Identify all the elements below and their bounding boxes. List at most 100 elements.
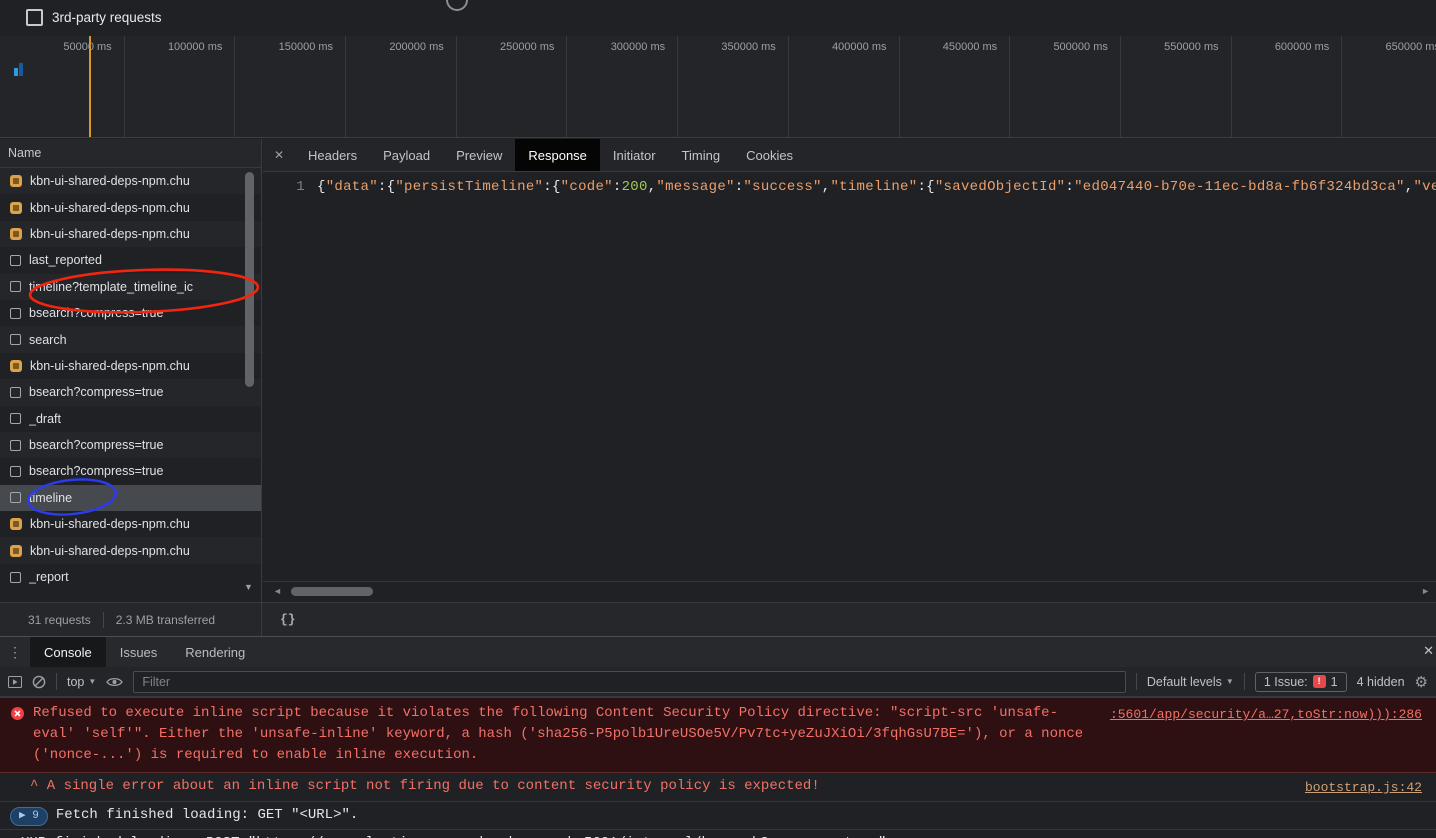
group-expand-badge[interactable]: ▶ 9 <box>10 807 48 826</box>
network-request-row[interactable]: _draft <box>0 406 261 432</box>
json-string-token: "persistTimeline" <box>395 179 544 195</box>
overview-time-label: 550000 ms <box>1121 36 1232 137</box>
network-status-bar: 31 requests 2.3 MB transferred {} <box>0 602 1436 636</box>
third-party-requests-checkbox-row[interactable]: 3rd-party requests <box>26 9 162 26</box>
vertical-scrollbar-thumb[interactable] <box>245 172 254 387</box>
console-source-link[interactable]: :5601/app/security/a…27,toStr:now))):286 <box>1110 703 1422 725</box>
json-string-token: "ed047440-b70e-11ec-bd8a-fb6f324bd3ca" <box>1074 179 1405 195</box>
network-request-row[interactable]: timeline?template_timeline_ic <box>0 273 261 300</box>
devtools-window: 3rd-party requests 50000 ms 100000 ms 1500… <box>0 0 1436 838</box>
network-request-row[interactable]: search <box>0 326 261 353</box>
request-name: kbn-ui-shared-deps-npm.chu <box>30 358 190 373</box>
network-request-row[interactable]: kbn-ui-shared-deps-npm.chu <box>0 168 261 195</box>
overview-time-label: 450000 ms <box>900 36 1011 137</box>
json-punct-token: { <box>317 179 326 195</box>
request-count: 31 requests <box>28 612 91 627</box>
console-message-text: Fetch finished loading: GET "<URL>". <box>55 807 359 823</box>
overview-time-label: 150000 ms <box>235 36 347 137</box>
close-drawer-icon[interactable]: ✕ <box>1423 643 1434 659</box>
network-request-row[interactable]: kbn-ui-shared-deps-npm.chu <box>0 353 261 379</box>
overview-time-label: 600000 ms <box>1232 36 1343 137</box>
console-message-text: Refused to execute inline script because… <box>33 705 1084 763</box>
document-file-icon <box>10 254 21 266</box>
request-name: kbn-ui-shared-deps-npm.chu <box>30 517 190 532</box>
request-name: _report <box>29 570 69 585</box>
scroll-left-arrow-icon[interactable]: ◄ <box>273 586 282 596</box>
console-message-text: ^ A single error about an inline script … <box>30 778 820 794</box>
console-source-link[interactable]: VM6:1 <box>1383 833 1422 838</box>
tab-timing[interactable]: Timing <box>669 139 734 171</box>
tab-preview[interactable]: Preview <box>443 139 515 171</box>
tab-payload[interactable]: Payload <box>370 139 443 171</box>
console-source-link[interactable]: bootstrap.js:42 <box>1305 776 1422 798</box>
console-sidebar-icon[interactable] <box>8 675 22 688</box>
document-file-icon <box>10 281 21 293</box>
drawer-menu-icon[interactable]: ⋮ <box>0 637 30 667</box>
json-string-token: "code" <box>560 179 613 195</box>
tab-response[interactable]: Response <box>515 139 600 171</box>
json-punct-token: :{ <box>917 179 935 195</box>
clear-console-icon[interactable] <box>32 675 46 689</box>
document-file-icon <box>10 571 21 583</box>
request-name: search <box>29 332 67 347</box>
overview-time-label: 50000 ms <box>14 36 125 137</box>
json-string-token: "success" <box>743 179 822 195</box>
network-request-row[interactable]: timeline <box>0 484 261 512</box>
console-message-log: ▶XHR finished loading: POST "https://soc… <box>0 830 1436 838</box>
network-filter-bar: 3rd-party requests <box>0 0 1436 36</box>
script-file-icon <box>10 201 22 214</box>
horizontal-scrollbar[interactable]: ◄ ► <box>263 581 1436 602</box>
request-name: kbn-ui-shared-deps-npm.chu <box>30 543 190 558</box>
console-filter-input[interactable] <box>133 670 1126 693</box>
script-file-icon <box>10 544 22 557</box>
scroll-right-arrow-icon[interactable]: ► <box>1421 586 1430 596</box>
default-levels-dropdown[interactable]: Default levels ▼ <box>1147 675 1234 689</box>
divider <box>102 611 104 628</box>
drawer-tab-rendering[interactable]: Rendering <box>171 637 259 667</box>
drawer-tab-console[interactable]: Console <box>30 637 106 667</box>
pretty-print-icon[interactable]: {} <box>262 612 296 627</box>
json-number-token: 200 <box>621 179 648 195</box>
script-file-icon <box>10 227 22 240</box>
json-punct-token: : <box>1065 179 1075 195</box>
network-request-row[interactable]: bsearch?compress=true <box>0 431 261 459</box>
network-overview-timeline[interactable]: 50000 ms 100000 ms 150000 ms 200000 ms 25000… <box>0 36 1436 138</box>
network-request-row[interactable]: bsearch?compress=true <box>0 379 261 406</box>
network-request-row[interactable]: last_reported <box>0 247 261 273</box>
request-detail-panel: ✕ Headers Payload Preview Response Initiator… <box>263 139 1436 602</box>
name-column-header[interactable]: Name <box>0 139 261 168</box>
overview-time-label: 650000 ms <box>1342 36 1436 137</box>
network-request-row[interactable]: bsearch?compress=true <box>0 300 261 326</box>
line-number: 1 <box>296 179 305 195</box>
close-detail-icon[interactable]: ✕ <box>263 139 295 171</box>
divider <box>56 673 57 690</box>
network-request-row[interactable]: bsearch?compress=true <box>0 458 261 484</box>
issues-counter-button[interactable]: 1 Issue: ! 1 <box>1254 671 1347 692</box>
checkbox-icon[interactable] <box>26 9 43 26</box>
scroll-down-arrow-icon[interactable]: ▼ <box>244 582 253 592</box>
overview-activity-icon <box>14 62 23 76</box>
network-request-row[interactable]: kbn-ui-shared-deps-npm.chu <box>0 537 261 564</box>
frame-selector[interactable]: top ▼ <box>67 675 96 689</box>
response-json-content: {"data":{"persistTimeline":{"code":200,"… <box>317 179 1436 195</box>
record-indicator-icon <box>446 0 468 11</box>
tab-headers[interactable]: Headers <box>295 139 370 171</box>
horizontal-scrollbar-thumb[interactable] <box>291 587 373 596</box>
console-settings-gear-icon[interactable]: ⚙ <box>1415 673 1428 691</box>
live-expression-eye-icon[interactable] <box>106 676 124 688</box>
overview-time-label: 350000 ms <box>678 36 789 137</box>
drawer-tab-issues[interactable]: Issues <box>106 637 172 667</box>
document-file-icon <box>10 492 21 504</box>
tab-cookies[interactable]: Cookies <box>733 139 806 171</box>
document-file-icon <box>10 413 21 425</box>
request-name: bsearch?compress=true <box>29 438 164 453</box>
network-request-row[interactable]: kbn-ui-shared-deps-npm.chu <box>0 511 261 537</box>
network-request-row[interactable]: kbn-ui-shared-deps-npm.chu <box>0 220 261 248</box>
json-punct-token: :{ <box>543 179 561 195</box>
network-request-row[interactable]: _report <box>0 564 261 590</box>
response-viewer[interactable]: 1 {"data":{"persistTimeline":{"code":200… <box>263 172 1436 548</box>
request-name: bsearch?compress=true <box>29 385 164 400</box>
tab-initiator[interactable]: Initiator <box>600 139 669 171</box>
network-request-row[interactable]: kbn-ui-shared-deps-npm.chu <box>0 194 261 220</box>
request-name: bsearch?compress=true <box>29 306 164 321</box>
